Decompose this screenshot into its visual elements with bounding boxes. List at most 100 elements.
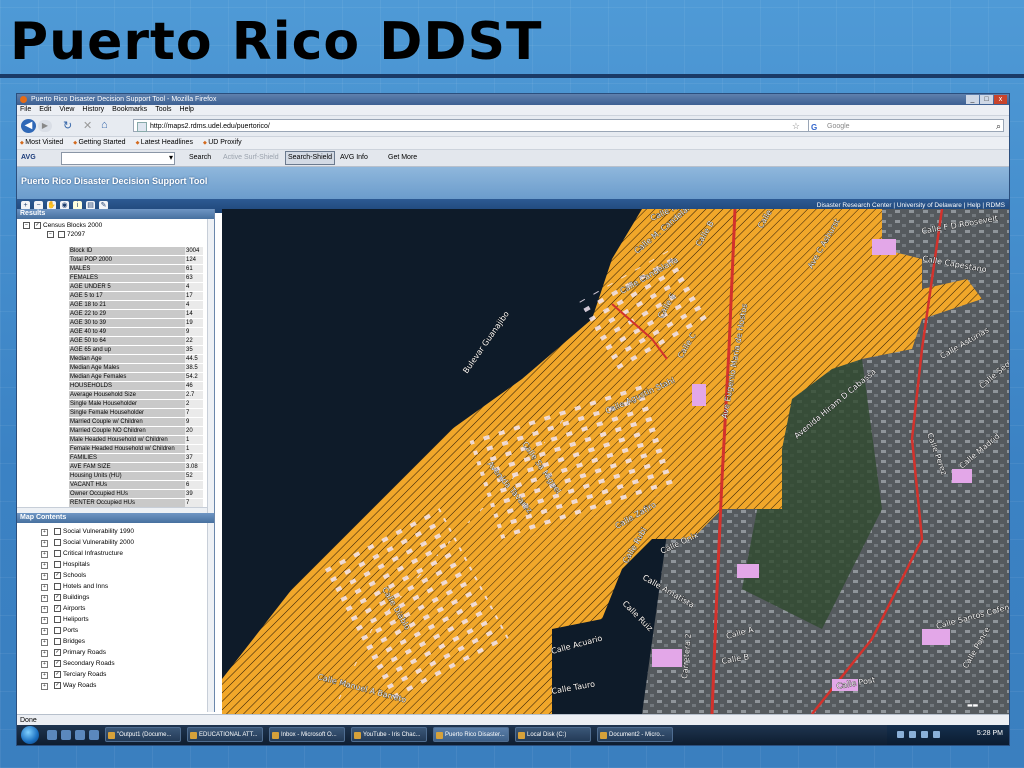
layer-checkbox[interactable] — [54, 549, 61, 557]
avg-search-combo[interactable] — [61, 150, 175, 166]
block-checkbox[interactable] — [58, 231, 65, 238]
menu-view[interactable]: View — [59, 105, 74, 115]
url-bar[interactable]: http://maps2.rdms.udel.edu/puertorico/ ☆ — [133, 119, 813, 132]
show-desktop-icon[interactable] — [47, 730, 57, 740]
expand-icon[interactable]: + — [41, 672, 48, 679]
layer-checkbox[interactable] — [54, 538, 61, 546]
expand-icon[interactable]: + — [41, 661, 48, 668]
layer-checkbox[interactable] — [54, 626, 61, 634]
quick-launch-icon[interactable] — [61, 730, 71, 740]
taskbar-button[interactable]: Inbox - Microsoft O... — [269, 727, 345, 742]
bookmark-ud-proxify[interactable]: UD Proxify — [203, 137, 241, 149]
expand-icon[interactable]: + — [41, 639, 48, 646]
menu-tools[interactable]: Tools — [155, 105, 171, 115]
reload-icon[interactable]: ↻ — [63, 119, 72, 132]
expand-icon[interactable]: + — [41, 683, 48, 690]
expand-icon[interactable]: + — [41, 573, 48, 580]
layer-row[interactable]: + ✓ Buildings — [41, 593, 89, 602]
network-icon[interactable] — [897, 731, 904, 738]
avg-info-button[interactable]: AVG Info — [340, 150, 368, 166]
menu-help[interactable]: Help — [180, 105, 194, 115]
layer-checkbox[interactable]: ✓ — [54, 681, 61, 689]
layer-checkbox[interactable] — [54, 560, 61, 568]
menu-history[interactable]: History — [82, 105, 104, 115]
avg-search-button[interactable]: Search — [189, 150, 211, 166]
layer-checkbox[interactable]: ✓ — [54, 648, 61, 656]
layer-row[interactable]: + Social Vulnerability 2000 — [41, 538, 134, 547]
results-horizontal-scrollbar[interactable] — [17, 507, 207, 513]
expand-icon[interactable]: + — [41, 595, 48, 602]
bookmark-latest-headlines[interactable]: Latest Headlines — [136, 137, 193, 149]
block-group-row[interactable]: − 72097 — [45, 231, 85, 239]
update-icon[interactable] — [921, 731, 928, 738]
taskbar-button[interactable]: EDUCATIONAL ATT... — [187, 727, 263, 742]
forward-arrow-icon[interactable]: ▶ — [38, 120, 52, 132]
layer-checkbox[interactable]: ✓ — [54, 604, 61, 612]
expand-icon[interactable]: + — [41, 551, 48, 558]
layer-checkbox[interactable] — [54, 582, 61, 590]
bookmark-most-visited[interactable]: Most Visited — [20, 137, 63, 149]
get-more-button[interactable]: Get More — [388, 150, 417, 166]
layer-row[interactable]: + ✓ Secondary Roads — [41, 659, 115, 668]
expand-icon[interactable]: + — [41, 606, 48, 613]
layer-row[interactable]: + ✓ Primary Roads — [41, 648, 106, 657]
collapse-icon[interactable]: − — [23, 222, 30, 229]
layer-checkbox[interactable]: ✓ — [54, 659, 61, 667]
census-blocks-row[interactable]: − ✓ Census Blocks 2000 — [21, 222, 102, 230]
search-shield-button[interactable]: Search-Shield — [285, 151, 335, 165]
layer-row[interactable]: + ✓ Terciary Roads — [41, 670, 106, 679]
header-links[interactable]: Disaster Research Center | University of… — [817, 202, 1005, 209]
layer-row[interactable]: + Heliports — [41, 615, 89, 624]
taskbar-button[interactable]: YouTube - Iris Chac... — [351, 727, 427, 742]
taskbar-button[interactable]: "Output1 (Docume... — [105, 727, 181, 742]
clock[interactable]: 5:28 PM — [977, 730, 1003, 737]
bookmark-getting-started[interactable]: Getting Started — [73, 137, 125, 149]
expand-icon[interactable]: + — [41, 628, 48, 635]
back-arrow-icon[interactable]: ◀ — [21, 119, 36, 133]
close-button[interactable]: x — [994, 95, 1007, 104]
expand-icon[interactable]: + — [41, 540, 48, 547]
active-surf-shield-button[interactable]: Active Surf-Shield — [223, 150, 279, 166]
search-icon[interactable]: ⌕ — [996, 120, 1001, 133]
layer-row[interactable]: + Social Vulnerability 1990 — [41, 527, 134, 536]
layer-row[interactable]: + Critical Infrastructure — [41, 549, 123, 558]
map-canvas[interactable]: Calle KomagueraCalle M. CandelariaCalle … — [222, 209, 1009, 714]
layer-row[interactable]: + Bridges — [41, 637, 85, 646]
expand-icon[interactable]: + — [41, 529, 48, 536]
quick-launch-icon[interactable] — [75, 730, 85, 740]
layer-row[interactable]: + ✓ Schools — [41, 571, 86, 580]
collapse-icon[interactable]: − — [47, 231, 54, 238]
maximize-button[interactable]: □ — [980, 95, 993, 104]
layer-checkbox[interactable]: ✓ — [54, 593, 61, 601]
layer-checkbox[interactable] — [54, 615, 61, 623]
map-contents-scrollbar[interactable] — [207, 523, 214, 712]
layer-row[interactable]: + Hotels and Inns — [41, 582, 108, 591]
taskbar-button[interactable]: Local Disk (C:) — [515, 727, 591, 742]
expand-icon[interactable]: + — [41, 650, 48, 657]
minimize-button[interactable]: _ — [966, 95, 979, 104]
layer-row[interactable]: + Hospitals — [41, 560, 90, 569]
results-vertical-scrollbar[interactable] — [207, 219, 214, 513]
layer-checkbox[interactable]: ✓ — [34, 222, 41, 229]
quick-launch-icon[interactable] — [89, 730, 99, 740]
bookmark-star-icon[interactable]: ☆ — [792, 120, 800, 133]
expand-icon[interactable]: + — [41, 617, 48, 624]
taskbar-button[interactable]: Document2 - Micro... — [597, 727, 673, 742]
layer-row[interactable]: + Ports — [41, 626, 78, 635]
layer-checkbox[interactable]: ✓ — [54, 571, 61, 579]
layer-row[interactable]: + ✓ Airports — [41, 604, 85, 613]
search-input[interactable]: G Google ⌕ — [808, 119, 1004, 132]
volume-icon[interactable] — [933, 731, 940, 738]
shield-icon[interactable] — [909, 731, 916, 738]
start-button-icon[interactable] — [21, 726, 39, 744]
menu-file[interactable]: File — [20, 105, 31, 115]
expand-icon[interactable]: + — [41, 562, 48, 569]
layer-row[interactable]: + ✓ Way Roads — [41, 681, 96, 690]
layer-checkbox[interactable]: ✓ — [54, 670, 61, 678]
layer-checkbox[interactable] — [54, 637, 61, 645]
taskbar-button[interactable]: Puerto Rico Disaster... — [433, 727, 509, 742]
expand-icon[interactable]: + — [41, 584, 48, 591]
menu-bookmarks[interactable]: Bookmarks — [112, 105, 147, 115]
map-view[interactable]: Calle KomagueraCalle M. CandelariaCalle … — [222, 209, 1009, 714]
home-icon[interactable]: ⌂ — [101, 119, 108, 131]
